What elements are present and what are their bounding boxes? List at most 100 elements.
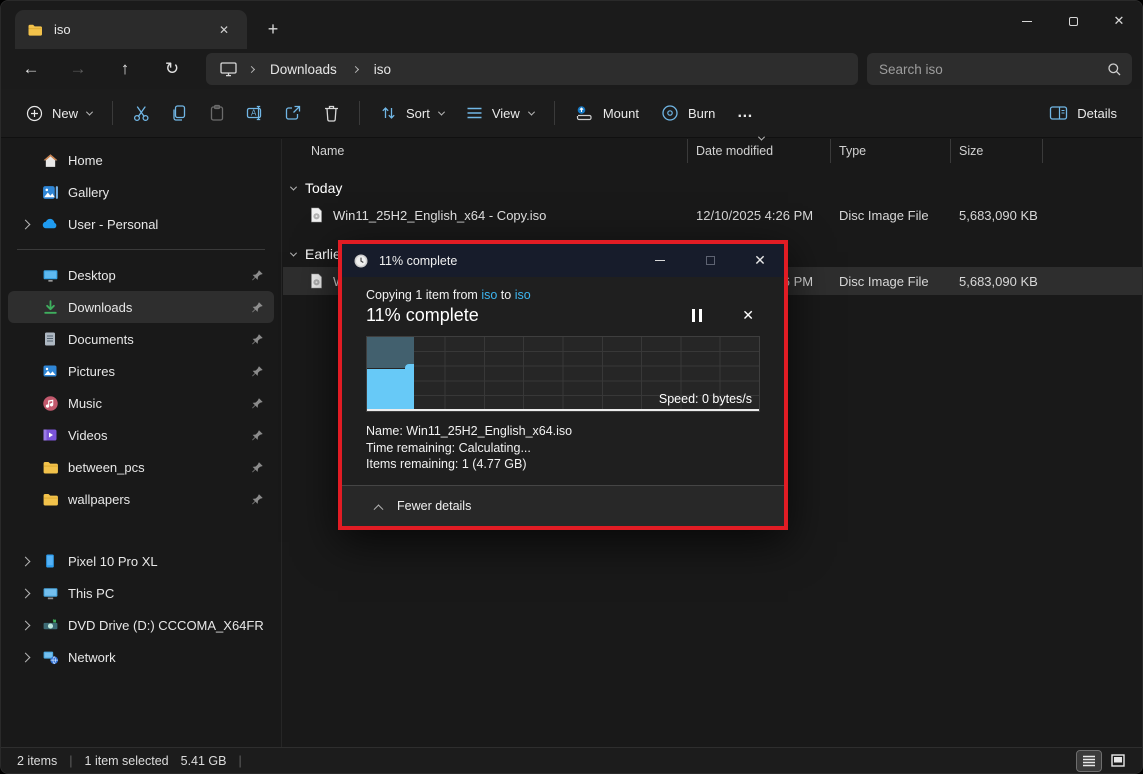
source-folder-link[interactable]: iso (481, 288, 497, 302)
chart-fill-cyan (367, 369, 414, 411)
dialog-maximize-button[interactable] (690, 244, 730, 277)
chevron-down-icon[interactable] (290, 249, 297, 256)
group-header-today[interactable]: Today (283, 175, 1142, 201)
up-button[interactable]: ↑ (108, 53, 142, 85)
chevron-up-icon (374, 504, 384, 514)
sidebar-item-music[interactable]: Music (8, 387, 274, 419)
rename-button[interactable]: A (236, 95, 274, 131)
pause-icon (699, 309, 702, 322)
chevron-right-icon[interactable] (20, 620, 30, 630)
network-icon (41, 648, 59, 666)
dialog-titlebar: 11% complete ✕ (342, 244, 784, 277)
sort-button[interactable]: Sort (369, 95, 455, 131)
trash-icon (323, 104, 340, 122)
column-header-type[interactable]: Type (831, 139, 951, 163)
selection-count: 1 item selected (85, 754, 169, 768)
folder-icon (27, 22, 43, 38)
new-button[interactable]: New (15, 95, 103, 131)
details-view-toggle[interactable] (1077, 751, 1101, 771)
toolbar-separator (554, 101, 555, 125)
sidebar-item-wallpapers[interactable]: wallpapers (8, 483, 274, 515)
dialog-minimize-button[interactable] (640, 244, 680, 277)
delete-button[interactable] (312, 95, 350, 131)
disc-image-file-icon (309, 273, 324, 289)
detail-items-remaining: Items remaining: 1 (4.77 GB) (366, 456, 760, 473)
search-icon (1107, 62, 1122, 77)
sidebar-label: Documents (68, 332, 134, 347)
phone-icon (41, 552, 59, 570)
sidebar-label: Pixel 10 Pro XL (68, 554, 158, 569)
sidebar-label: DVD Drive (D:) CCCOMA_X64FRE_EN-US_D (68, 618, 264, 633)
details-pane-button[interactable]: Details (1038, 95, 1128, 131)
onedrive-cloud-icon (41, 215, 59, 233)
sidebar-item-gallery[interactable]: Gallery (8, 176, 274, 208)
search-box[interactable] (867, 53, 1132, 85)
view-button[interactable]: View (455, 95, 545, 131)
pause-button[interactable] (688, 305, 706, 326)
pin-icon (251, 269, 264, 282)
more-options-button[interactable]: … (726, 95, 764, 131)
forward-button[interactable]: → (61, 53, 95, 85)
cut-button[interactable] (122, 95, 160, 131)
column-header-name[interactable]: Name (283, 139, 688, 163)
back-button[interactable]: ← (14, 53, 48, 85)
sidebar-item-pixel-10-pro-xl[interactable]: Pixel 10 Pro XL (8, 545, 274, 577)
group-label: Today (305, 180, 342, 196)
sidebar-item-desktop[interactable]: Desktop (8, 259, 274, 291)
new-plus-icon (26, 105, 43, 122)
sidebar-item-downloads[interactable]: Downloads (8, 291, 274, 323)
window-minimize-button[interactable] (1004, 1, 1050, 41)
command-toolbar: New A Sort View (1, 89, 1142, 138)
status-separator: | (69, 754, 72, 768)
share-button[interactable] (274, 95, 312, 131)
mount-label: Mount (603, 106, 639, 121)
dvd-drive-icon (41, 616, 59, 634)
sidebar-item-network[interactable]: Network (8, 641, 274, 673)
cancel-copy-button[interactable]: ✕ (736, 305, 760, 326)
sidebar-item-this-pc[interactable]: This PC (8, 577, 274, 609)
tab-close-icon[interactable]: ✕ (213, 19, 235, 41)
sidebar-item-between-pcs[interactable]: between_pcs (8, 451, 274, 483)
breadcrumb-downloads[interactable]: Downloads (266, 60, 341, 79)
mount-button[interactable]: Mount (564, 95, 650, 131)
chevron-right-icon[interactable] (20, 652, 30, 662)
file-type: Disc Image File (831, 208, 951, 223)
new-tab-button[interactable]: + (259, 15, 287, 43)
paste-button[interactable] (198, 95, 236, 131)
window-maximize-button[interactable] (1050, 1, 1096, 41)
copy-progress-dialog: 11% complete ✕ Copying 1 item from iso t… (338, 240, 788, 530)
chevron-right-icon[interactable] (20, 219, 30, 229)
fewer-details-button[interactable]: Fewer details (342, 485, 784, 526)
file-row-win11-copy-iso[interactable]: Win11_25H2_English_x64 - Copy.iso 12/10/… (283, 201, 1142, 229)
large-icons-view-toggle[interactable] (1106, 751, 1130, 771)
copy-progress-clock-icon (353, 253, 369, 269)
address-bar[interactable]: Downloads iso (206, 53, 858, 85)
dialog-close-button[interactable]: ✕ (740, 244, 780, 277)
destination-folder-link[interactable]: iso (515, 288, 531, 302)
tab-iso[interactable]: iso ✕ (15, 10, 247, 49)
new-label: New (52, 106, 78, 121)
search-input[interactable] (879, 62, 1107, 77)
copy-description: Copying 1 item from iso to iso (366, 288, 760, 302)
sidebar-item-home[interactable]: Home (8, 144, 274, 176)
mount-icon (575, 104, 594, 122)
sidebar-item-pictures[interactable]: Pictures (8, 355, 274, 387)
chevron-down-icon[interactable] (290, 183, 297, 190)
column-header-size[interactable]: Size (951, 139, 1043, 163)
chevron-down-icon (438, 108, 445, 115)
sidebar-item-dvd-drive[interactable]: DVD Drive (D:) CCCOMA_X64FRE_EN-US_D (8, 609, 274, 641)
copy-button[interactable] (160, 95, 198, 131)
refresh-button[interactable]: ↻ (155, 53, 189, 85)
sidebar-item-videos[interactable]: Videos (8, 419, 274, 451)
breadcrumb-iso[interactable]: iso (370, 60, 395, 79)
column-header-date-modified[interactable]: Date modified (688, 139, 831, 163)
pause-icon (692, 309, 695, 322)
chevron-right-icon[interactable] (20, 556, 30, 566)
sidebar-item-documents[interactable]: Documents (8, 323, 274, 355)
sidebar-item-onedrive[interactable]: User - Personal (8, 208, 274, 240)
this-pc-icon (220, 62, 237, 77)
window-close-button[interactable]: ✕ (1096, 1, 1142, 41)
chevron-right-icon[interactable] (20, 588, 30, 598)
burn-button[interactable]: Burn (650, 95, 726, 131)
tab-title: iso (54, 22, 71, 37)
